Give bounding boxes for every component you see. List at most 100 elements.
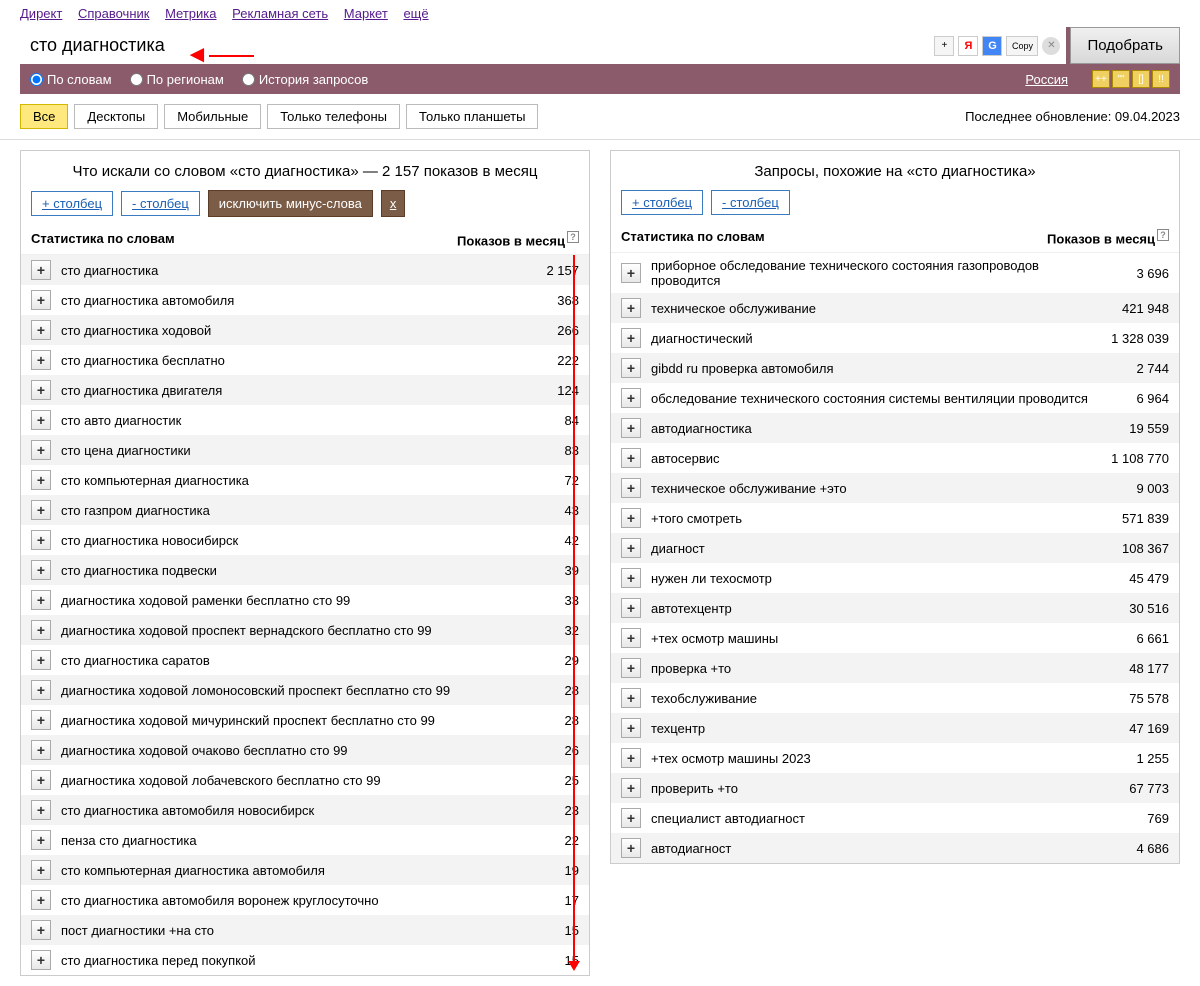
nav-link[interactable]: Справочник	[78, 6, 150, 21]
add-column-button[interactable]: + столбец	[621, 190, 703, 215]
keyword-text[interactable]: сто диагностика подвески	[61, 563, 499, 578]
keyword-text[interactable]: техническое обслуживание +это	[651, 481, 1089, 496]
expand-icon[interactable]: +	[621, 358, 641, 378]
help-icon[interactable]: ?	[567, 231, 579, 243]
keyword-text[interactable]: сто газпром диагностика	[61, 503, 499, 518]
expand-icon[interactable]: +	[621, 418, 641, 438]
keyword-text[interactable]: пенза сто диагностика	[61, 833, 499, 848]
tab-mobile[interactable]: Мобильные	[164, 104, 261, 129]
search-input[interactable]	[20, 27, 928, 64]
expand-icon[interactable]: +	[31, 470, 51, 490]
expand-icon[interactable]: +	[31, 500, 51, 520]
expand-icon[interactable]: +	[31, 350, 51, 370]
keyword-text[interactable]: проверить +то	[651, 781, 1089, 796]
expand-icon[interactable]: +	[621, 538, 641, 558]
submit-button[interactable]: Подобрать	[1070, 27, 1180, 64]
keyword-text[interactable]: сто цена диагностики	[61, 443, 499, 458]
radio-history[interactable]: История запросов	[242, 72, 369, 87]
expand-icon[interactable]: +	[621, 508, 641, 528]
keyword-text[interactable]: специалист автодиагност	[651, 811, 1089, 826]
keyword-text[interactable]: автосервис	[651, 451, 1089, 466]
x-button[interactable]: x	[381, 190, 406, 217]
keyword-text[interactable]: диагностический	[651, 331, 1089, 346]
keyword-text[interactable]: проверка +то	[651, 661, 1089, 676]
expand-icon[interactable]: +	[31, 890, 51, 910]
help-icon[interactable]: ?	[1157, 229, 1169, 241]
keyword-text[interactable]: техническое обслуживание	[651, 301, 1089, 316]
keyword-text[interactable]: приборное обследование технического сост…	[651, 258, 1089, 288]
keyword-text[interactable]: автодиагностика	[651, 421, 1089, 436]
google-icon[interactable]: G	[982, 36, 1002, 56]
tab-all[interactable]: Все	[20, 104, 68, 129]
expand-icon[interactable]: +	[31, 290, 51, 310]
expand-icon[interactable]: +	[31, 260, 51, 280]
expand-icon[interactable]: +	[621, 778, 641, 798]
keyword-text[interactable]: диагностика ходовой проспект вернадского…	[61, 623, 499, 638]
radio-by-words[interactable]: По словам	[30, 72, 112, 87]
keyword-text[interactable]: диагностика ходовой ломоносовский проспе…	[61, 683, 499, 698]
expand-icon[interactable]: +	[621, 478, 641, 498]
expand-icon[interactable]: +	[31, 560, 51, 580]
expand-icon[interactable]: +	[621, 658, 641, 678]
expand-icon[interactable]: +	[31, 680, 51, 700]
del-column-button[interactable]: - столбец	[121, 191, 200, 216]
keyword-text[interactable]: сто диагностика двигателя	[61, 383, 499, 398]
expand-icon[interactable]: +	[31, 860, 51, 880]
keyword-text[interactable]: обследование технического состояния сист…	[651, 391, 1089, 406]
radio-by-regions[interactable]: По регионам	[130, 72, 224, 87]
keyword-text[interactable]: сто компьютерная диагностика автомобиля	[61, 863, 499, 878]
keyword-text[interactable]: сто диагностика бесплатно	[61, 353, 499, 368]
keyword-text[interactable]: +того смотреть	[651, 511, 1089, 526]
del-column-button[interactable]: - столбец	[711, 190, 790, 215]
mini-bracket-icon[interactable]: []	[1132, 70, 1150, 88]
keyword-text[interactable]: сто диагностика ходовой	[61, 323, 499, 338]
expand-icon[interactable]: +	[31, 920, 51, 940]
yandex-icon[interactable]: Я	[958, 36, 978, 56]
expand-icon[interactable]: +	[621, 263, 641, 283]
keyword-text[interactable]: сто диагностика саратов	[61, 653, 499, 668]
expand-icon[interactable]: +	[621, 748, 641, 768]
expand-icon[interactable]: +	[621, 328, 641, 348]
nav-link[interactable]: Метрика	[165, 6, 216, 21]
keyword-text[interactable]: сто диагностика автомобиля	[61, 293, 499, 308]
expand-icon[interactable]: +	[31, 710, 51, 730]
nav-link[interactable]: ещё	[403, 6, 428, 21]
expand-icon[interactable]: +	[31, 950, 51, 970]
expand-icon[interactable]: +	[31, 650, 51, 670]
keyword-text[interactable]: сто компьютерная диагностика	[61, 473, 499, 488]
expand-icon[interactable]: +	[31, 770, 51, 790]
keyword-text[interactable]: +тех осмотр машины 2023	[651, 751, 1089, 766]
expand-icon[interactable]: +	[31, 380, 51, 400]
tab-phones[interactable]: Только телефоны	[267, 104, 400, 129]
expand-icon[interactable]: +	[621, 598, 641, 618]
keyword-text[interactable]: сто авто диагностик	[61, 413, 499, 428]
tab-tablets[interactable]: Только планшеты	[406, 104, 538, 129]
expand-icon[interactable]: +	[621, 448, 641, 468]
keyword-text[interactable]: сто диагностика перед покупкой	[61, 953, 499, 968]
keyword-text[interactable]: автодиагност	[651, 841, 1089, 856]
mini-plus-icon[interactable]: ++	[1092, 70, 1110, 88]
expand-icon[interactable]: +	[31, 530, 51, 550]
keyword-text[interactable]: техцентр	[651, 721, 1089, 736]
keyword-text[interactable]: сто диагностика новосибирск	[61, 533, 499, 548]
expand-icon[interactable]: +	[31, 740, 51, 760]
expand-icon[interactable]: +	[31, 800, 51, 820]
expand-icon[interactable]: +	[621, 298, 641, 318]
expand-icon[interactable]: +	[621, 838, 641, 858]
expand-icon[interactable]: +	[621, 568, 641, 588]
keyword-text[interactable]: +тех осмотр машины	[651, 631, 1089, 646]
nav-link[interactable]: Директ	[20, 6, 62, 21]
keyword-text[interactable]: сто диагностика автомобиля воронеж кругл…	[61, 893, 499, 908]
keyword-text[interactable]: диагностика ходовой лобачевского бесплат…	[61, 773, 499, 788]
expand-icon[interactable]: +	[31, 590, 51, 610]
keyword-text[interactable]: нужен ли техосмотр	[651, 571, 1089, 586]
expand-icon[interactable]: +	[31, 440, 51, 460]
expand-icon[interactable]: +	[31, 410, 51, 430]
expand-icon[interactable]: +	[621, 808, 641, 828]
exclude-minus-words-button[interactable]: исключить минус-слова	[208, 190, 373, 217]
add-column-button[interactable]: + столбец	[31, 191, 113, 216]
keyword-text[interactable]: пост диагностики +на сто	[61, 923, 499, 938]
expand-icon[interactable]: +	[621, 628, 641, 648]
expand-icon[interactable]: +	[31, 620, 51, 640]
expand-icon[interactable]: +	[31, 320, 51, 340]
